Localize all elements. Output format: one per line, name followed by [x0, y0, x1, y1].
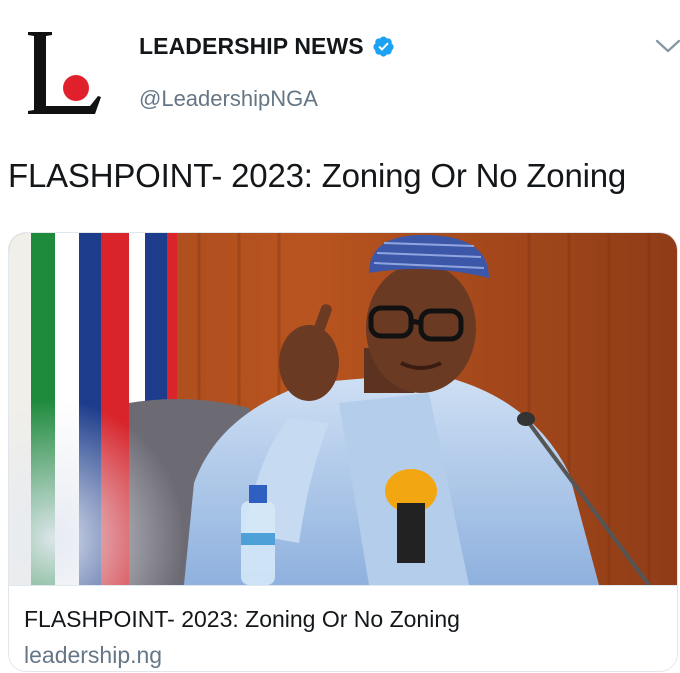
account-handle[interactable]: @LeadershipNGA — [139, 86, 318, 112]
card-image — [9, 233, 677, 585]
card-meta: FLASHPOINT- 2023: Zoning Or No Zoning le… — [9, 585, 677, 671]
tweet-text: FLASHPOINT- 2023: Zoning Or No Zoning — [8, 157, 627, 194]
account-display-name[interactable]: LEADERSHIP NEWS — [139, 33, 364, 60]
card-title[interactable]: FLASHPOINT- 2023: Zoning Or No Zoning — [24, 606, 460, 633]
chevron-down-icon[interactable] — [654, 36, 680, 56]
account-name-row: LEADERSHIP NEWS — [139, 33, 395, 60]
card-domain[interactable]: leadership.ng — [24, 642, 162, 669]
link-preview-card[interactable]: FLASHPOINT- 2023: Zoning Or No Zoning le… — [8, 232, 678, 672]
verified-badge-icon — [373, 36, 394, 57]
leadership-logo-icon[interactable] — [24, 24, 108, 120]
